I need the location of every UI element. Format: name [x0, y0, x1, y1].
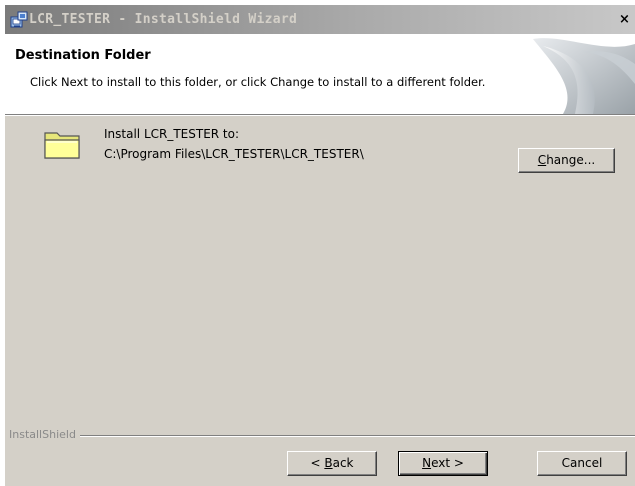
installer-icon	[10, 11, 28, 29]
change-button[interactable]: Change...	[518, 148, 615, 173]
back-button-mnemonic: B	[324, 456, 333, 470]
installer-window: LCR_TESTER - InstallShield Wizard × Dest…	[4, 4, 635, 486]
install-path: C:\Program Files\LCR_TESTER\LCR_TESTER\	[104, 147, 364, 161]
back-button[interactable]: < Back	[287, 451, 377, 476]
header-panel: Destination Folder Click Next to install…	[5, 34, 635, 114]
installshield-brand: InstallShield	[9, 428, 80, 441]
cancel-button[interactable]: Cancel	[537, 451, 627, 476]
close-button[interactable]: ×	[616, 12, 633, 28]
title-bar[interactable]: LCR_TESTER - InstallShield Wizard ×	[5, 5, 635, 34]
change-button-label: hange...	[546, 153, 596, 167]
header-separator	[5, 114, 635, 116]
next-button-label: ext >	[431, 456, 464, 470]
next-button-mnemonic: N	[422, 456, 432, 470]
back-button-prefix: <	[310, 456, 325, 470]
window-title: LCR_TESTER - InstallShield Wizard	[29, 12, 298, 27]
install-target-label: Install LCR_TESTER to:	[104, 127, 240, 141]
header-graphic-icon	[523, 34, 635, 114]
page-title: Destination Folder	[15, 48, 151, 63]
footer-separator	[9, 435, 635, 437]
back-button-label: ack	[332, 456, 354, 470]
next-button[interactable]: Next >	[398, 451, 488, 476]
page-description: Click Next to install to this folder, or…	[30, 75, 486, 89]
change-button-mnemonic: C	[537, 153, 547, 167]
folder-icon	[43, 127, 83, 161]
